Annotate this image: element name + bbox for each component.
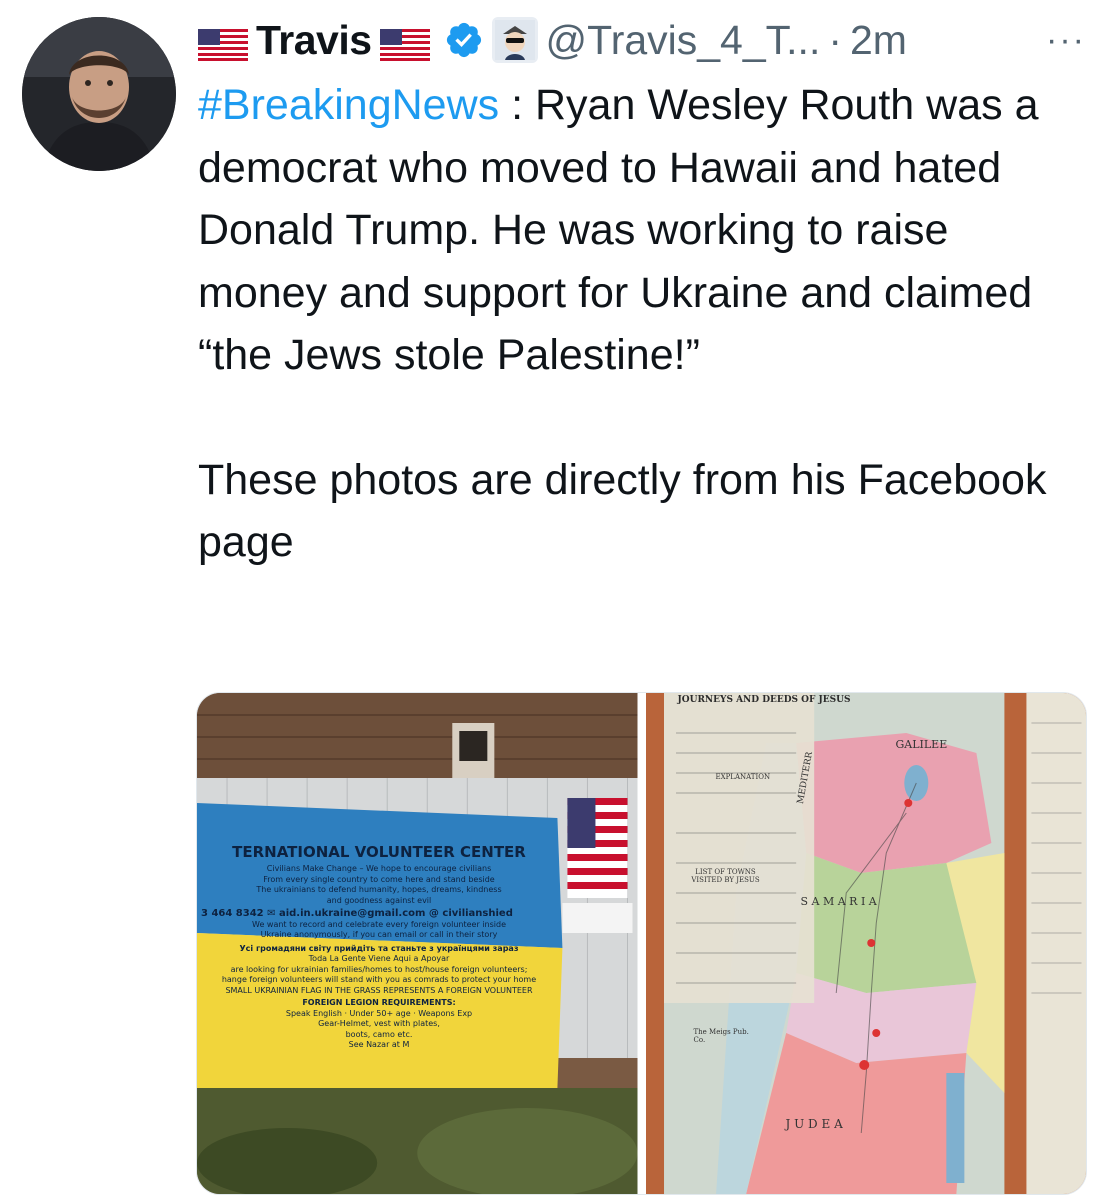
map-title: JOURNEYS AND DEEDS OF JESUS [677, 695, 851, 705]
map-publisher: The Meigs Pub. Co. [693, 1028, 749, 1044]
time-separator: · [828, 16, 842, 63]
banner-title: TERNATIONAL VOLUNTEER CENTER [232, 843, 526, 861]
banner-text: From every single country to come here a… [263, 874, 495, 884]
us-flag-icon [198, 24, 248, 61]
map-region-judea: J U D E A [785, 1117, 843, 1131]
banner-text: Civilians Make Change – We hope to encou… [266, 864, 492, 873]
tweet-header: Travis @Travis_4_T... · 2m ··· [198, 8, 1086, 72]
banner-text: See Nazar at M [348, 1040, 410, 1049]
banner-text: FOREIGN LEGION REQUIREMENTS: [302, 998, 456, 1007]
banner-text: Усі громадяни світу прийдіть та станьте … [239, 943, 519, 953]
author-display-name[interactable]: Travis [256, 17, 372, 64]
banner-text: Speak English · Under 50+ age · Weapons … [285, 1008, 473, 1018]
media-photo-map[interactable]: JOURNEYS AND DEEDS OF JESUS EXPLANATION … [645, 693, 1086, 1194]
author-avatar[interactable] [22, 17, 176, 171]
more-options-icon[interactable]: ··· [1046, 21, 1086, 60]
banner-text: are looking for ukrainian families/homes… [230, 964, 528, 974]
affiliate-badge-icon[interactable] [491, 17, 538, 63]
map-region-galilee: GALILEE [895, 738, 948, 751]
banner-text: hange foreign volunteers will stand with… [221, 975, 537, 984]
media-photo-banner[interactable]: TERNATIONAL VOLUNTEER CENTER Civilians M… [197, 693, 638, 1194]
banner-text: The ukrainians to defend humanity, hopes… [256, 885, 502, 894]
tweet-text: #BreakingNews : Ryan Wesley Routh was a … [198, 74, 1088, 574]
banner-text: boots, camo etc. [345, 1029, 413, 1039]
map-legend-label: EXPLANATION [715, 773, 771, 781]
banner-text: and goodness against evil [326, 895, 432, 905]
banner-text: Toda La Gente Viene Aqui a Apoyar [308, 954, 450, 963]
map-towns-list-title: LIST OF TOWNS VISITED BY JESUS [691, 868, 760, 884]
banner-text: Gear-Helmet, vest with plates, [318, 1019, 440, 1028]
hashtag-link[interactable]: #BreakingNews [198, 81, 499, 129]
banner-text: SMALL UKRAINIAN FLAG IN THE GRASS REPRES… [225, 985, 533, 995]
author-handle[interactable]: @Travis_4_T... [546, 17, 821, 64]
tweet-timestamp[interactable]: 2m [850, 17, 907, 64]
banner-text: We want to record and celebrate every fo… [252, 919, 506, 929]
tweet-media-grid: TERNATIONAL VOLUNTEER CENTER Civilians M… [196, 692, 1087, 1195]
map-region-samaria: S A M A R I A [800, 895, 877, 908]
verified-badge-icon[interactable] [444, 20, 484, 60]
banner-contact: 3 464 8342 ✉ aid.in.ukraine@gmail.com @ … [201, 908, 513, 919]
tweet-body-second-paragraph: These photos are directly from his Faceb… [198, 455, 1047, 567]
banner-text: Ukraine anonymously, if you can email or… [260, 930, 498, 939]
us-flag-icon [379, 24, 430, 61]
